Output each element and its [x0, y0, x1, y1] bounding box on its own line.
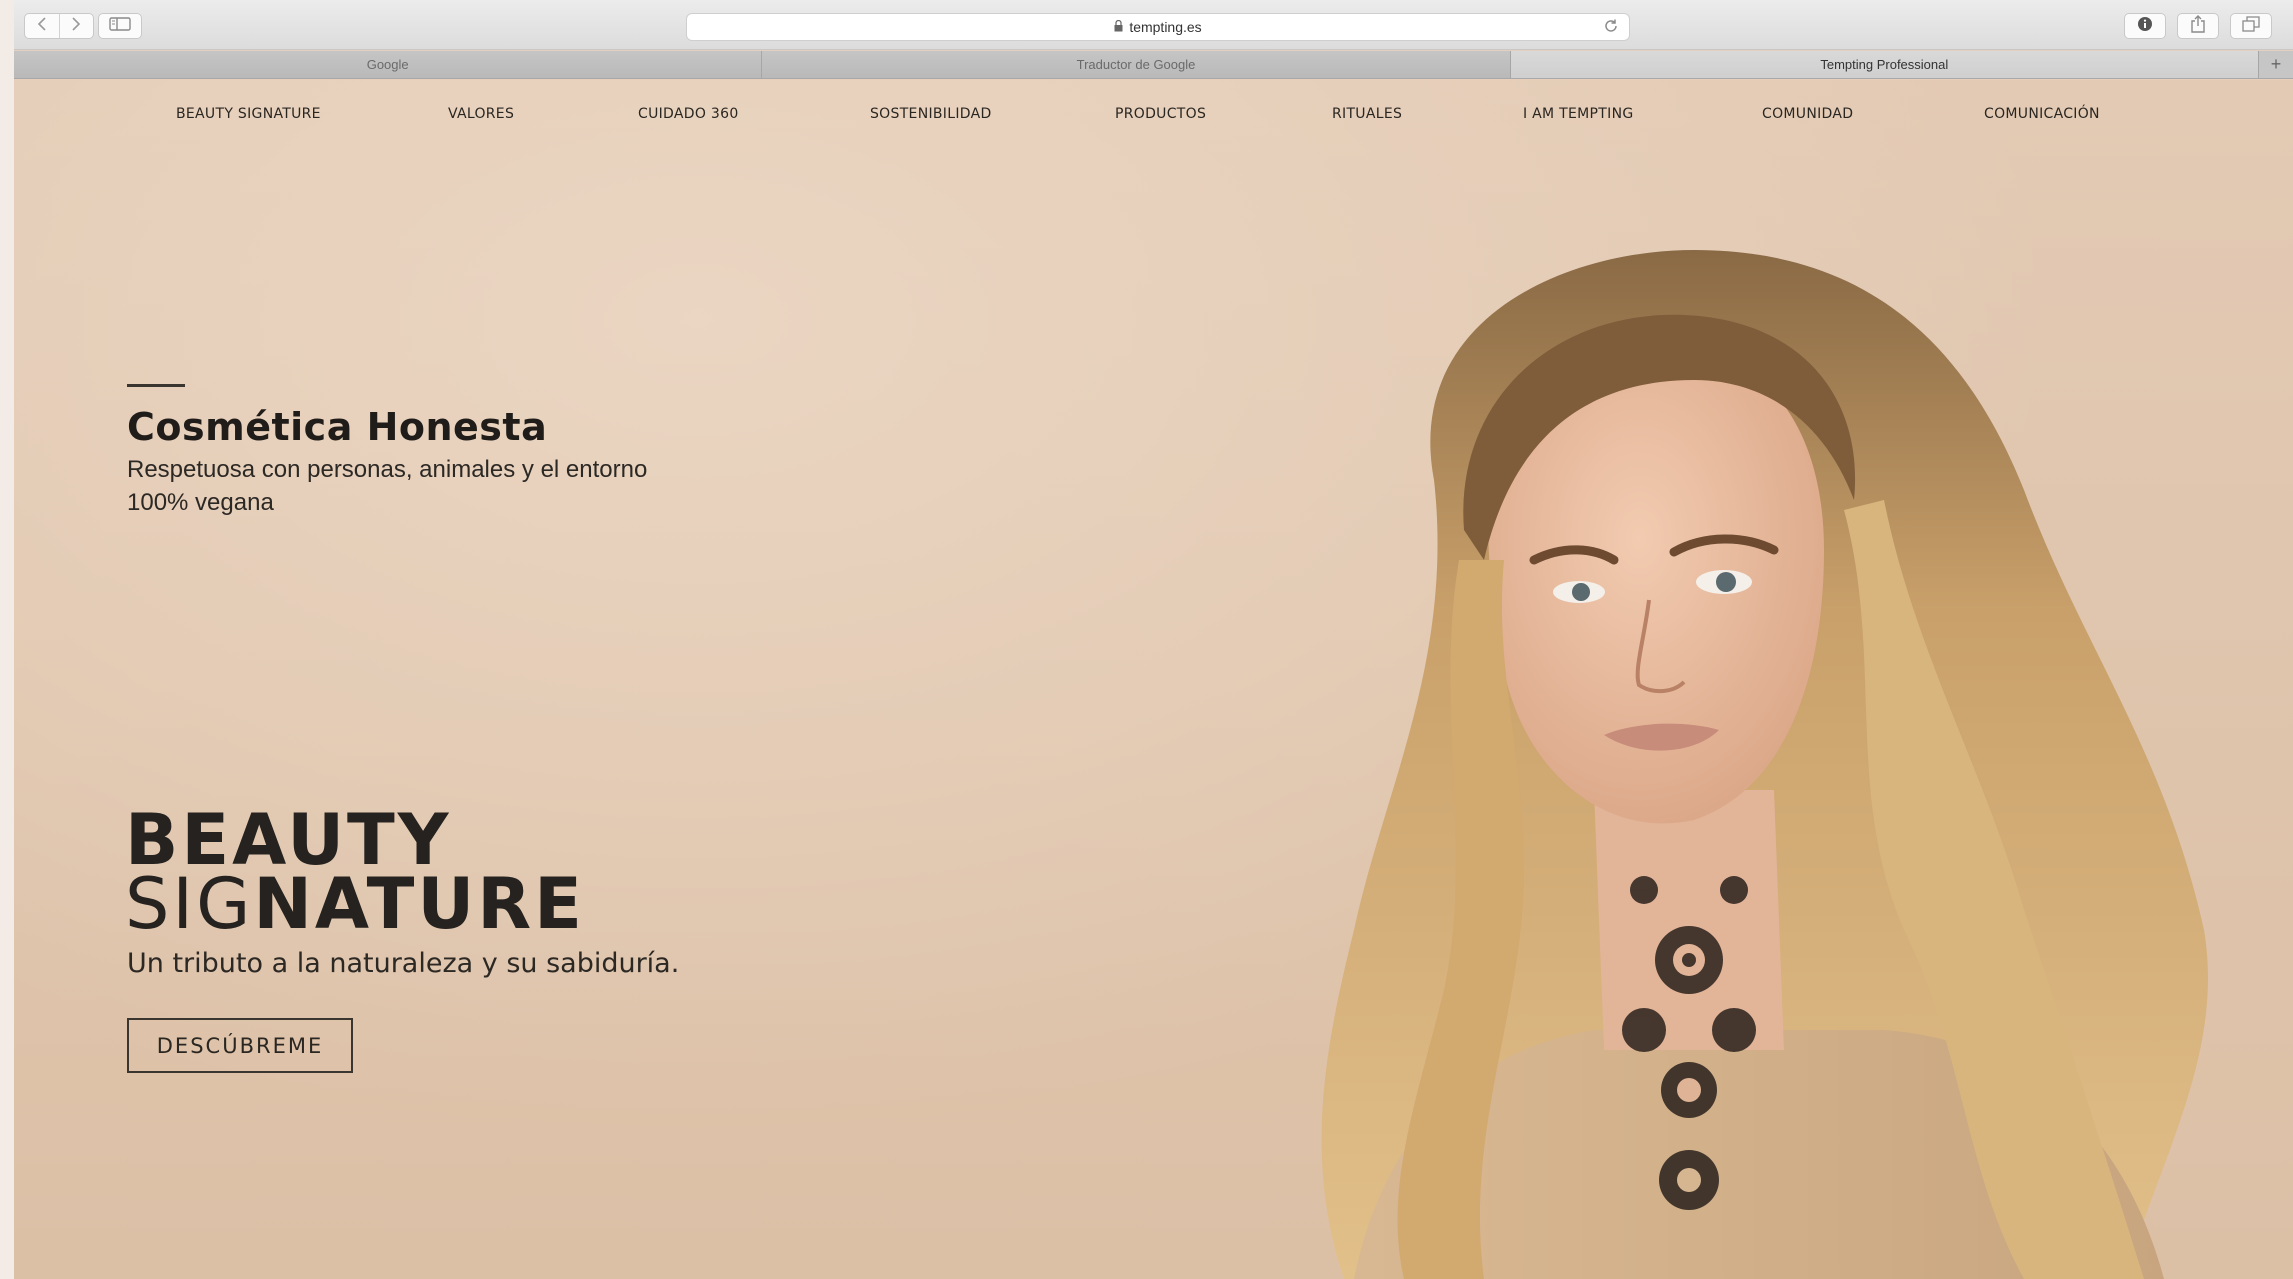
hero-divider — [127, 384, 185, 387]
sidebar-button[interactable] — [98, 13, 142, 39]
back-icon — [37, 16, 47, 36]
brand-line-2: SIGNATURE — [125, 869, 585, 939]
address-url: tempting.es — [687, 14, 1629, 40]
hero-title: Cosmética Honesta — [127, 405, 548, 449]
nav-valores[interactable]: VALORES — [448, 106, 514, 122]
reload-icon[interactable] — [1603, 18, 1619, 39]
nav-comunicacion[interactable]: COMUNICACIÓN — [1984, 106, 2100, 122]
nav-sostenibilidad[interactable]: SOSTENIBILIDAD — [870, 106, 992, 122]
discover-button[interactable]: DESCÚBREME — [127, 1018, 353, 1073]
brand-logo-text: BEAUTY SIGNATURE — [125, 805, 585, 939]
address-bar[interactable]: tempting.es — [686, 13, 1630, 41]
tab-google[interactable]: Google — [14, 51, 763, 78]
history-nav — [24, 13, 94, 39]
sidebar-icon — [109, 16, 131, 36]
tab-tempting[interactable]: Tempting Professional — [1510, 51, 2259, 78]
tabs-overview-button[interactable] — [2230, 13, 2272, 39]
nav-productos[interactable]: PRODUCTOS — [1115, 106, 1206, 122]
tabs-overview-icon — [2242, 15, 2260, 37]
hero-subtitle-1: Respetuosa con personas, animales y el e… — [127, 456, 648, 483]
new-tab-button[interactable]: + — [2258, 51, 2293, 78]
share-icon — [2190, 14, 2206, 38]
hero-subtitle-2: 100% vegana — [127, 489, 274, 516]
browser-window: tempting.es Google Traductor de Google T… — [14, 0, 2293, 1279]
lock-icon — [1114, 19, 1123, 35]
site-navigation: BEAUTY SIGNATURE VALORES CUIDADO 360 SOS… — [14, 80, 2293, 150]
model-portrait-image — [1321, 250, 2208, 1279]
tab-translator[interactable]: Traductor de Google — [762, 51, 1511, 78]
browser-toolbar: tempting.es — [14, 0, 2293, 50]
hero-tagline: Un tributo a la naturaleza y su sabidurí… — [127, 948, 680, 979]
nav-cuidado-360[interactable]: CUIDADO 360 — [638, 106, 739, 122]
info-icon — [2137, 16, 2153, 37]
forward-button[interactable] — [58, 14, 93, 38]
forward-icon — [71, 16, 81, 36]
nav-i-am-tempting[interactable]: I AM TEMPTING — [1523, 106, 1634, 122]
nav-comunidad[interactable]: COMUNIDAD — [1762, 106, 1853, 122]
back-button[interactable] — [25, 14, 59, 38]
url-text: tempting.es — [1129, 19, 1202, 35]
web-page: BEAUTY SIGNATURE VALORES CUIDADO 360 SOS… — [14, 80, 2293, 1279]
nav-beauty-signature[interactable]: BEAUTY SIGNATURE — [176, 106, 321, 122]
tab-label: Traductor de Google — [1076, 57, 1196, 72]
brand-line-2-bold: NATURE — [253, 863, 585, 945]
tab-label: Google — [366, 57, 409, 72]
tab-label: Tempting Professional — [1820, 57, 1949, 72]
tab-bar: Google Traductor de Google Tempting Prof… — [14, 51, 2293, 79]
nav-rituales[interactable]: RITUALES — [1332, 106, 1402, 122]
info-button[interactable] — [2124, 13, 2166, 39]
brand-line-2-thin: SIG — [125, 863, 254, 945]
share-button[interactable] — [2177, 13, 2219, 39]
